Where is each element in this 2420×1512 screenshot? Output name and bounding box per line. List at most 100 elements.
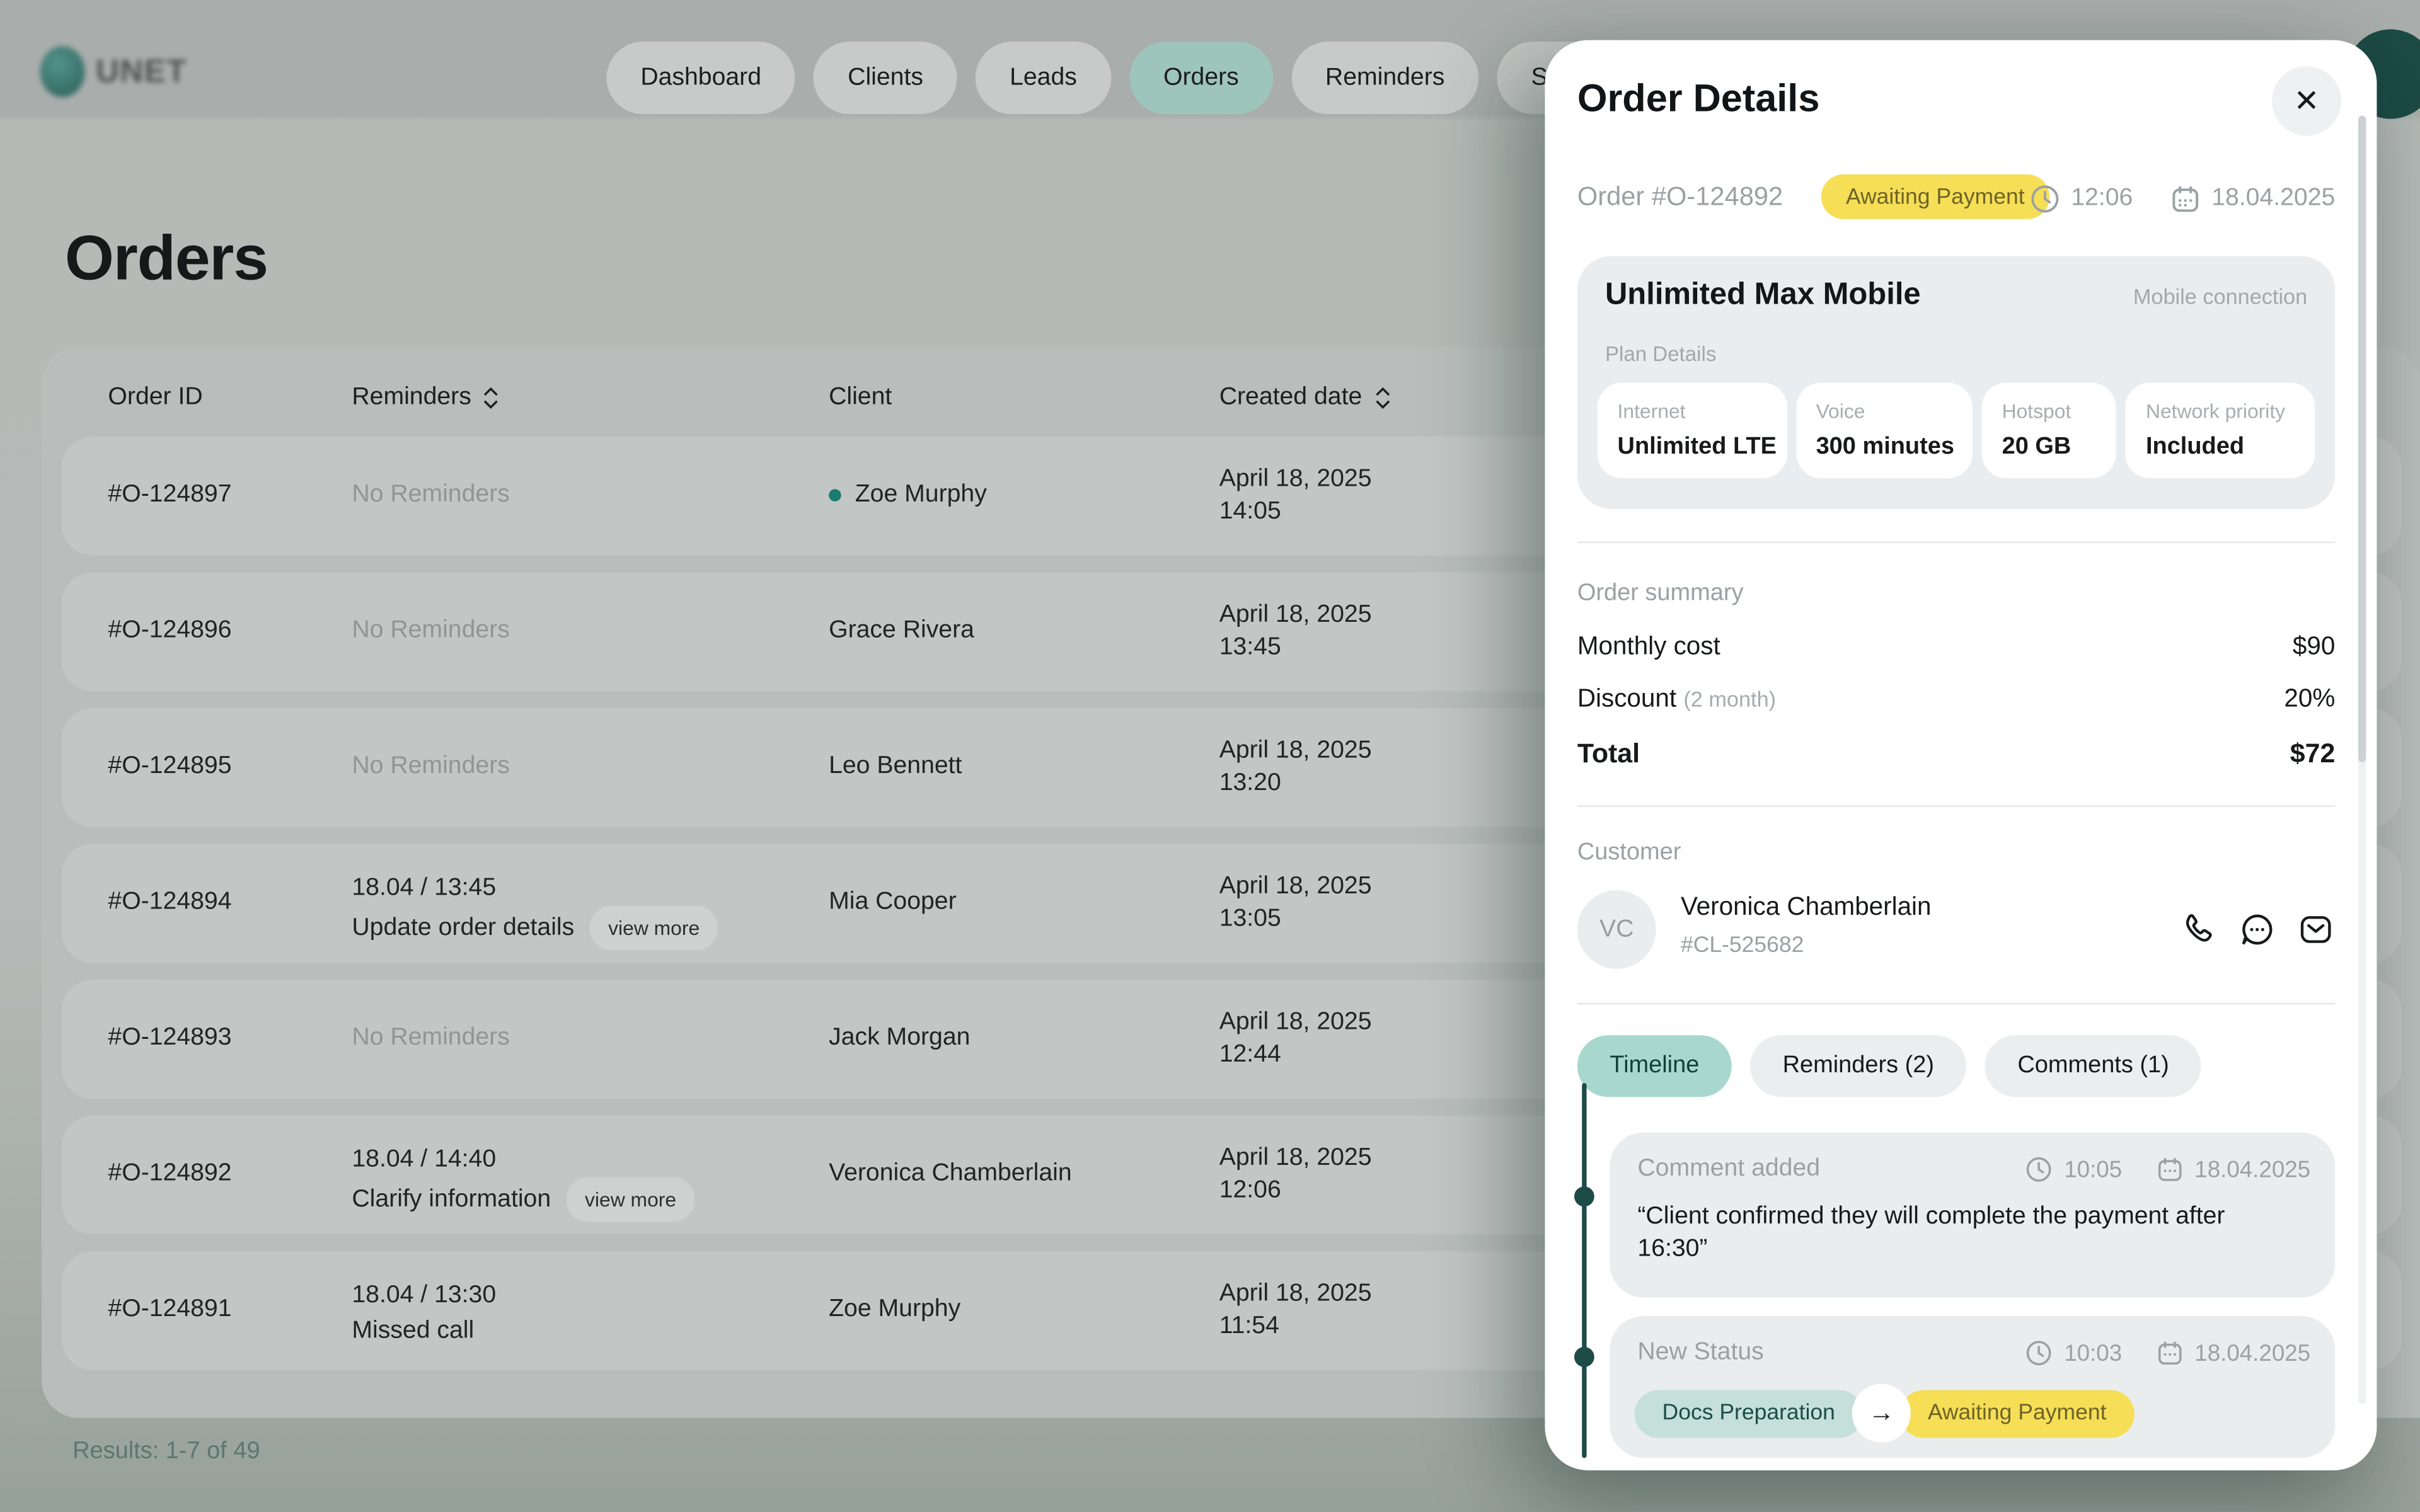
brand-logo-icon [40, 46, 85, 97]
created-date-cell: April 18, 202513:20 [1219, 735, 1372, 799]
plan-name: Unlimited Max Mobile [1605, 278, 1921, 313]
feature-hotspot: Hotspot 20 GB [1982, 382, 2117, 478]
main-nav: Dashboard Clients Leads Orders Reminders… [606, 42, 1659, 114]
client-cell: Mia Cooper [829, 889, 957, 917]
sort-icon [483, 387, 498, 409]
reminder-cell: 18.04 / 14:40 Clarify informationview mo… [352, 1142, 694, 1222]
brand-logo-text: UNET [96, 53, 187, 90]
column-order-id: Order ID [108, 384, 202, 412]
calendar-icon [2156, 1339, 2184, 1367]
event-title: Comment added [1637, 1155, 1820, 1183]
tab-comments[interactable]: Comments (1) [1985, 1035, 2201, 1097]
timeline-dot [1574, 1347, 1594, 1367]
tab-timeline[interactable]: Timeline [1577, 1035, 1732, 1097]
client-cell: Jack Morgan [829, 1024, 970, 1052]
timeline-dot [1574, 1186, 1594, 1206]
customer-heading: Customer [1577, 839, 1681, 867]
order-id: #O-124891 [108, 1296, 231, 1324]
clock-icon [2029, 183, 2060, 214]
page-title: Orders [65, 222, 268, 295]
order-number: Order #O-124892 [1577, 182, 1783, 213]
customer-contact-actions [2179, 910, 2335, 949]
summary-monthly-row: Monthly cost $90 [1577, 633, 2335, 662]
tab-reminders[interactable]: Reminders (2) [1750, 1035, 1966, 1097]
order-id: #O-124896 [108, 617, 231, 645]
screen: UNET Dashboard Clients Leads Orders Remi… [0, 0, 2420, 1512]
timeline-event-comment: Comment added 10:05 18.04.2025 “Client c… [1610, 1133, 2335, 1298]
divider [1577, 1003, 2335, 1004]
client-cell: Zoe Murphy [829, 1296, 960, 1324]
mail-icon[interactable] [2296, 910, 2335, 949]
plan-card: Unlimited Max Mobile Mobile connection P… [1577, 256, 2335, 510]
plan-features: Internet Unlimited LTE Voice 300 minutes… [1598, 382, 2315, 478]
clock-icon [2025, 1155, 2053, 1183]
nav-item-dashboard[interactable]: Dashboard [606, 42, 795, 114]
created-date-cell: April 18, 202514:05 [1219, 463, 1372, 528]
client-cell: Veronica Chamberlain [829, 1160, 1072, 1188]
clock-icon [2025, 1339, 2053, 1367]
client-cell: Leo Bennett [829, 753, 962, 781]
reminder-cell: No Reminders [352, 481, 509, 509]
feature-voice: Voice 300 minutes [1796, 382, 1973, 478]
order-meta: 12:06 18.04.2025 [2029, 183, 2335, 214]
status-change: Docs Preparation → Awaiting Payment [1634, 1384, 2134, 1443]
online-dot [829, 489, 841, 501]
nav-item-clients[interactable]: Clients [814, 42, 957, 114]
order-details-panel: Order Details ✕ Order #O-124892 Awaiting… [1545, 40, 2377, 1470]
brand-logo: UNET [40, 46, 187, 97]
comment-text: “Client confirmed they will complete the… [1637, 1200, 2267, 1265]
chat-icon[interactable] [2238, 910, 2276, 949]
timeline-rail [1582, 1083, 1586, 1458]
order-id: #O-124895 [108, 753, 231, 781]
close-icon: ✕ [2293, 82, 2319, 120]
column-created-date[interactable]: Created date [1219, 384, 1390, 412]
status-badge: Awaiting Payment [1821, 175, 2049, 219]
reminder-cell: 18.04 / 13:45 Update order detailsview m… [352, 870, 718, 950]
column-reminders[interactable]: Reminders [352, 384, 499, 412]
status-from: Docs Preparation [1634, 1389, 1863, 1437]
summary-total-row: Total $72 [1577, 738, 2335, 770]
order-time: 12:06 [2071, 185, 2133, 213]
sort-icon [1374, 387, 1390, 409]
results-count: Results: 1-7 of 49 [72, 1438, 260, 1465]
created-date-cell: April 18, 202512:44 [1219, 1006, 1372, 1071]
view-more-button[interactable]: view more [590, 906, 718, 951]
summary-discount-row: Discount (2 month) 20% [1577, 685, 2335, 714]
feature-network-priority: Network priority Included [2126, 382, 2315, 478]
column-client: Client [829, 384, 892, 412]
event-title: New Status [1637, 1339, 1763, 1367]
customer-avatar: VC [1577, 890, 1656, 969]
monthly-cost-value: $90 [2293, 633, 2335, 662]
order-id: #O-124893 [108, 1024, 231, 1052]
plan-type: Mobile connection [2133, 284, 2307, 309]
calendar-icon [2156, 1155, 2184, 1183]
panel-title: Order Details [1577, 77, 1820, 122]
order-date: 18.04.2025 [2211, 185, 2335, 213]
nav-item-orders[interactable]: Orders [1129, 42, 1273, 114]
event-meta: 10:03 18.04.2025 [2025, 1339, 2310, 1367]
timeline-event-status: New Status 10:03 18.04.2025 Docs Prepara… [1610, 1316, 2335, 1458]
close-button[interactable]: ✕ [2272, 66, 2341, 135]
calendar-icon [2170, 183, 2201, 214]
created-date-cell: April 18, 202512:06 [1219, 1142, 1372, 1206]
order-id: #O-124894 [108, 889, 231, 917]
arrow-right-icon: → [1852, 1384, 1911, 1443]
created-date-cell: April 18, 202513:05 [1219, 870, 1372, 935]
reminder-cell: No Reminders [352, 753, 509, 781]
divider [1577, 542, 2335, 543]
nav-item-leads[interactable]: Leads [976, 42, 1111, 114]
reminder-cell: No Reminders [352, 1024, 509, 1052]
detail-tabs: Timeline Reminders (2) Comments (1) [1577, 1035, 2201, 1097]
order-id: #O-124897 [108, 481, 231, 509]
client-cell: Zoe Murphy [829, 481, 987, 509]
customer-id: #CL-525682 [1681, 934, 1804, 958]
feature-internet: Internet Unlimited LTE [1598, 382, 1787, 478]
event-meta: 10:05 18.04.2025 [2025, 1155, 2310, 1183]
phone-icon[interactable] [2179, 910, 2218, 949]
panel-scrollbar-thumb[interactable] [2358, 116, 2366, 762]
view-more-button[interactable]: view more [567, 1177, 695, 1222]
nav-item-reminders[interactable]: Reminders [1291, 42, 1478, 114]
discount-value: 20% [2284, 685, 2335, 714]
order-summary-heading: Order summary [1577, 580, 1744, 608]
created-date-cell: April 18, 202511:54 [1219, 1278, 1372, 1343]
